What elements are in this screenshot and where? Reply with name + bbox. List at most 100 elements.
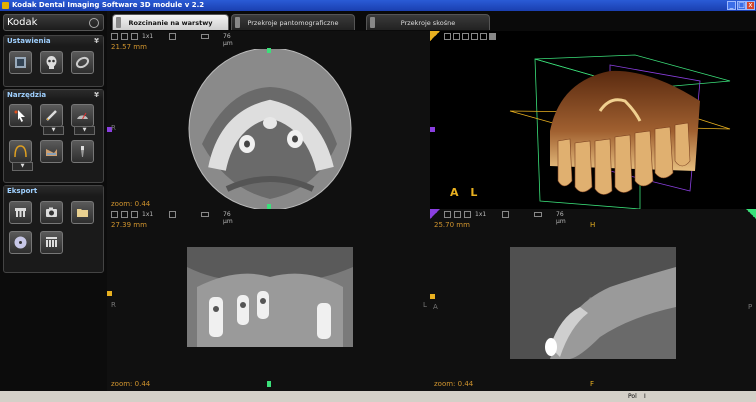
implant-icon [81,146,84,157]
nerve-tool-button[interactable] [40,140,63,163]
copy-icon[interactable] [169,211,176,218]
window-icon[interactable] [131,211,138,218]
tab-oblique-sections[interactable]: Przekroje skośne [366,14,490,30]
zoom-label: zoom: 0.44 [434,380,474,388]
left-marker[interactable] [107,291,112,296]
measure-tool-button[interactable]: ▼ [40,104,64,135]
fit-icon[interactable] [111,33,118,40]
pin-icon[interactable]: ¥ [94,36,99,46]
copy-icon[interactable] [169,33,176,40]
tab-label: Przekroje pantomograficzne [247,19,339,27]
thickness-icon[interactable] [201,34,209,39]
burn-cd-button[interactable] [9,231,32,254]
ratio-label: 1x1 [475,211,487,218]
export-panel: Eksport [3,185,104,273]
implant-tool-button[interactable] [71,140,94,163]
tab-panoramic-sections[interactable]: Przekroje pantomograficzne [231,14,355,30]
orientation-label: R [111,124,116,132]
sagittal-scan-image [510,247,676,359]
volume-render-image [509,54,731,209]
camera-icon [46,207,57,217]
expand-icon[interactable] [121,211,128,218]
brand-label: Kodak [7,17,38,28]
cd-icon [14,236,27,249]
bottom-orientation-label: F [590,380,595,388]
slice-thickness-label: 76 µm [223,33,233,47]
folder-icon [77,209,88,217]
minimize-button[interactable]: _ [727,1,736,10]
expand-icon[interactable] [453,33,460,40]
protractor-icon [77,112,88,120]
snapshot-button[interactable] [40,201,63,224]
sagittal-viewport[interactable]: 1x1 76 µm 25.70 mm H A P F zoom: 0.44 [430,209,756,391]
cursor-icon [14,110,25,122]
expand-icon[interactable] [454,211,461,218]
scan-settings-button[interactable] [9,51,32,74]
fit-icon[interactable] [111,211,118,218]
measurement-label: 25.70 mm [434,221,470,229]
window-icon[interactable] [131,33,138,40]
zoom-label: zoom: 0.44 [111,380,151,388]
window-icon[interactable] [464,211,471,218]
status-bar: Pol I [0,391,756,402]
export-series-button[interactable] [40,231,63,254]
measurement-label: 21.57 mm [111,43,147,51]
copy-icon[interactable] [480,33,487,40]
fit-icon[interactable] [444,211,451,218]
angle-tool-button[interactable]: ▼ [71,104,95,135]
slice-thickness-label: 76 µm [223,211,233,225]
skull-view-button[interactable] [40,51,63,74]
top-orientation-label: H [590,221,596,229]
arch-curve-icon [14,145,27,158]
reset-view-button[interactable] [71,51,94,74]
tab-orthogonal-slicing[interactable]: Rozcinanie na warstwy ortogo... [112,14,229,43]
teeth-series-icon [46,237,57,247]
fit-icon[interactable] [444,33,451,40]
angle-tool-dropdown[interactable]: ▼ [74,126,95,135]
scan-icon [15,57,26,68]
pin-icon[interactable]: ¥ [94,90,99,100]
expand-icon[interactable] [121,33,128,40]
thickness-icon[interactable] [534,212,542,217]
mode-indicator: I [644,393,646,400]
render-mode-icon[interactable] [489,33,496,40]
coronal-scan-image [187,247,353,347]
corner-marker [430,209,440,219]
view-tabs: Rozcinanie na warstwy ortogo... Przekroj… [110,11,756,43]
copy-icon[interactable] [502,211,509,218]
top-marker[interactable] [267,48,271,53]
left-marker[interactable] [430,294,435,299]
window-icon[interactable] [462,33,469,40]
sidebar-header: Kodak [3,14,104,31]
close-button[interactable]: x [746,1,755,10]
export-panel-header[interactable]: Eksport [4,186,103,196]
settings-panel-header[interactable]: Ustawienia ¥ [4,36,103,46]
panoramic-curve-button[interactable]: ▼ [9,140,33,171]
teeth-icon [15,208,26,217]
axial-viewport[interactable]: 1x1 76 µm 21.57 mm R zoom: 0.44 [107,31,430,209]
export-panoramic-button[interactable] [9,201,32,224]
orientation-label: A L [450,186,482,199]
tools-panel-header[interactable]: Narzędzia ¥ [4,90,103,100]
measure-tool-dropdown[interactable]: ▼ [43,126,64,135]
panoramic-curve-dropdown[interactable]: ▼ [12,162,33,171]
help-icon[interactable] [89,18,99,28]
rotate-icon[interactable] [471,33,478,40]
orientation-label-right: P [748,303,753,311]
coronal-viewport[interactable]: 1x1 76 µm 27.39 mm R L zoom: 0.44 [107,209,430,391]
language-indicator: Pol [628,393,637,400]
left-marker[interactable] [430,127,435,132]
skull-icon [46,56,57,69]
corner-marker-right [746,209,756,219]
thickness-icon[interactable] [201,212,209,217]
bottom-marker[interactable] [267,381,271,387]
maximize-button[interactable]: □ [737,1,746,10]
tab-handle-icon [235,17,240,28]
orientation-label-left: A [433,303,438,311]
export-panel-title: Eksport [7,187,38,195]
pointer-tool-button[interactable] [9,104,32,127]
save-folder-button[interactable] [71,201,94,224]
mandible-icon [46,149,57,156]
ring-icon [75,56,90,69]
volume-viewport[interactable]: A L L [430,31,756,209]
